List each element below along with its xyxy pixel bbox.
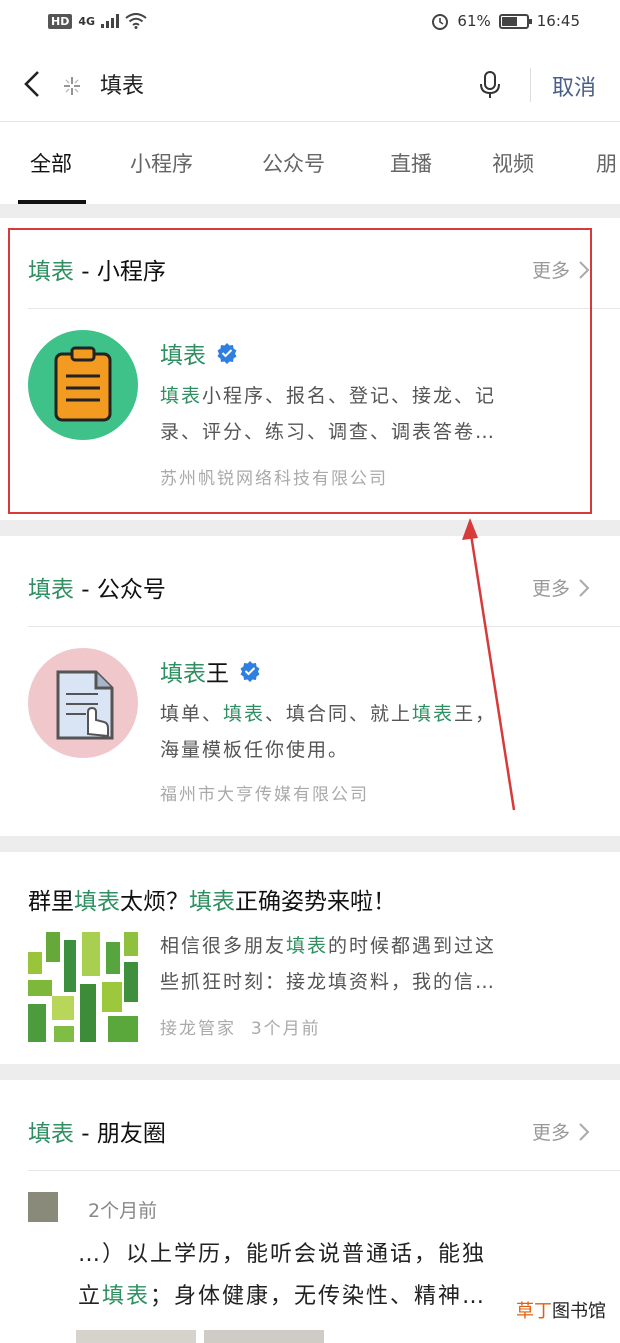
chevron-right-icon (579, 260, 590, 279)
filter-tabs: 全部 小程序 公众号 直播 视频 朋 (0, 122, 620, 204)
chevron-right-icon (579, 1122, 590, 1141)
divider (530, 68, 531, 102)
back-icon[interactable] (22, 70, 44, 98)
more-button[interactable]: 更多 (532, 256, 590, 283)
tab-official-accounts[interactable]: 公众号 (262, 148, 325, 178)
alarm-icon (432, 14, 449, 30)
watermark: 草丁图书馆 (512, 1297, 610, 1323)
more-button[interactable]: 更多 (532, 574, 590, 601)
document-hand-icon (56, 670, 114, 740)
divider (28, 626, 620, 627)
mini-program-avatar[interactable] (28, 330, 138, 440)
clock: 16:45 (536, 12, 580, 30)
verified-icon (217, 343, 237, 364)
search-bar: 填表 取消 (0, 46, 620, 122)
mini-program-owner: 苏州帆锐网络科技有限公司 (160, 469, 388, 489)
tab-live[interactable]: 直播 (390, 148, 432, 178)
official-account-name[interactable]: 填表王 (160, 654, 261, 688)
mini-program-name[interactable]: 填表 (160, 336, 238, 370)
clipboard-icon (54, 346, 112, 422)
tab-mini-programs[interactable]: 小程序 (130, 148, 193, 178)
mini-program-description: 填表小程序、报名、登记、接龙、记 录、评分、练习、调查、调表答卷… (160, 385, 497, 443)
wifi-icon (125, 13, 147, 29)
official-account-owner: 福州市大亨传媒有限公司 (160, 785, 369, 805)
moments-photo[interactable] (204, 1330, 324, 1343)
section-title: 填表 - 小程序 (28, 259, 166, 285)
network-type: 4G (78, 14, 96, 28)
verified-icon (240, 661, 260, 682)
article-snippet: 相信很多朋友填表的时候都遇到过这 些抓狂时刻：接龙填资料，我的信… (160, 935, 497, 993)
network-label: HD (48, 13, 73, 29)
chevron-right-icon (579, 578, 590, 597)
sparkle-icon (64, 77, 80, 95)
status-bar: HD 4G 61% 16:45 (0, 0, 620, 46)
active-tab-indicator (18, 200, 86, 204)
signal-icon (101, 14, 120, 28)
article-meta: 接龙管家 3个月前 (160, 1019, 321, 1039)
more-button[interactable]: 更多 (532, 1118, 590, 1145)
mini-program-section: 填表 - 小程序 更多 填表 填表小程序、报名、登记、接龙、记 录、评分、练习、调… (0, 218, 620, 520)
section-title: 填表 - 朋友圈 (28, 1121, 166, 1147)
divider (28, 1170, 620, 1171)
battery-percent: 61% (457, 12, 491, 30)
tab-moments[interactable]: 朋 (596, 148, 617, 178)
microphone-icon[interactable] (478, 70, 502, 100)
moments-photo[interactable] (76, 1330, 196, 1343)
tab-videos[interactable]: 视频 (492, 148, 534, 178)
avatar[interactable] (28, 1192, 58, 1222)
search-input[interactable]: 填表 (100, 68, 144, 100)
annotation-arrow (462, 518, 516, 811)
moments-time: 2个月前 (88, 1200, 158, 1222)
article-result[interactable]: 群里填表太烦？填表正确姿势来啦！ 相信很多朋友填表的时候都遇到过这 些抓狂时刻：接… (0, 852, 620, 1064)
article-title: 群里填表太烦？填表正确姿势来啦！ (28, 889, 396, 915)
official-account-avatar[interactable] (28, 648, 138, 758)
tab-all[interactable]: 全部 (30, 148, 72, 178)
divider (28, 308, 620, 309)
section-title: 填表 - 公众号 (28, 577, 166, 603)
cancel-button[interactable]: 取消 (552, 70, 596, 102)
battery-icon (498, 13, 532, 29)
article-thumbnail (28, 932, 138, 1042)
